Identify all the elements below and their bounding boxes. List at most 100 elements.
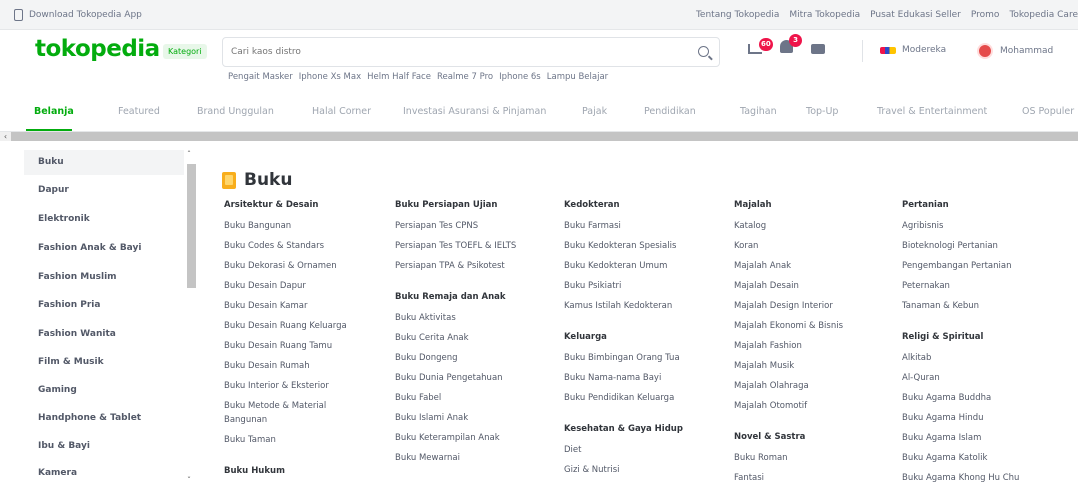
subcategory-heading[interactable]: Majalah <box>734 200 772 210</box>
subcategory-link[interactable]: Bangunan <box>224 414 267 427</box>
subcategory-link[interactable]: Buku Agama Katolik <box>902 452 987 465</box>
subcategory-link[interactable]: Kamus Istilah Kedokteran <box>564 300 672 313</box>
sidebar-item-dapur[interactable]: Dapur <box>24 178 184 203</box>
subcategory-link[interactable]: Buku Psikiatri <box>564 280 621 293</box>
kategori-button[interactable]: Kategori <box>163 44 207 59</box>
subcategory-link[interactable]: Buku Codes & Standars <box>224 240 324 253</box>
tab-pajak[interactable]: Pajak <box>582 106 607 117</box>
subcategory-link[interactable]: Buku Pendidikan Keluarga <box>564 392 674 405</box>
cart-icon[interactable]: 60 <box>748 37 773 54</box>
subcategory-heading[interactable]: Religi & Spiritual <box>902 332 983 342</box>
subcategory-link[interactable]: Agribisnis <box>902 220 943 233</box>
subcategory-link[interactable]: Fantasi <box>734 472 764 485</box>
subcategory-link[interactable]: Peternakan <box>902 280 950 293</box>
top-link-promo[interactable]: Promo <box>971 10 1000 20</box>
subcategory-link[interactable]: Pengembangan Pertanian <box>902 260 1011 273</box>
logo[interactable]: tokopedia <box>35 36 160 62</box>
scrollbar-thumb[interactable] <box>187 164 196 288</box>
subcategory-link[interactable]: Persiapan TPA & Psikotest <box>395 260 505 273</box>
subcategory-link[interactable]: Buku Interior & Eksterior <box>224 380 329 393</box>
subcategory-link[interactable]: Buku Agama Buddha <box>902 392 991 405</box>
subcategory-link[interactable]: Buku Dongeng <box>395 352 458 365</box>
chevron-up-icon[interactable]: ˆ <box>187 150 191 159</box>
horizontal-scrollbar[interactable]: ‹ <box>0 132 1078 141</box>
sidebar-item-elektronik[interactable]: Elektronik <box>24 207 184 232</box>
subcategory-link[interactable]: Buku Agama Hindu <box>902 412 984 425</box>
subcategory-link[interactable]: Buku Kedokteran Umum <box>564 260 667 273</box>
subcategory-link[interactable]: Al-Quran <box>902 372 940 385</box>
subcategory-link[interactable]: Majalah Anak <box>734 260 791 273</box>
sidebar-item-kamera[interactable]: Kamera <box>24 461 184 486</box>
top-link-tentang[interactable]: Tentang Tokopedia <box>696 10 779 20</box>
subcategory-link[interactable]: Buku Dunia Pengetahuan <box>395 372 503 385</box>
subcategory-link[interactable]: Buku Taman <box>224 434 276 447</box>
sidebar-item-film-musik[interactable]: Film & Musik <box>24 350 184 375</box>
subcategory-link[interactable]: Buku Fabel <box>395 392 441 405</box>
search-icon[interactable] <box>698 46 709 57</box>
subcategory-link[interactable]: Buku Nama-nama Bayi <box>564 372 661 385</box>
tab-pendidikan[interactable]: Pendidikan <box>644 106 696 117</box>
sidebar-item-fashion-wanita[interactable]: Fashion Wanita <box>24 322 184 347</box>
chevron-down-icon[interactable]: ˇ <box>187 476 191 485</box>
subcategory-link[interactable]: Buku Metode & Material <box>224 400 326 413</box>
subcategory-link[interactable]: Buku Desain Ruang Tamu <box>224 340 332 353</box>
user-menu[interactable]: Mohammad <box>977 43 1053 59</box>
top-link-care[interactable]: Tokopedia Care <box>1009 10 1078 20</box>
mail-icon[interactable] <box>811 43 825 54</box>
subcategory-link[interactable]: Buku Desain Kamar <box>224 300 307 313</box>
tab-tagihan[interactable]: Tagihan <box>740 106 777 117</box>
subcategory-link[interactable]: Buku Cerita Anak <box>395 332 469 345</box>
trending-item[interactable]: Lampu Belajar <box>547 72 608 82</box>
subcategory-link[interactable]: Majalah Desain <box>734 280 799 293</box>
subcategory-link[interactable]: Persiapan Tes TOEFL & IELTS <box>395 240 516 253</box>
sidebar-item-ibu-bayi[interactable]: Ibu & Bayi <box>24 434 184 459</box>
tab-investasi[interactable]: Investasi Asuransi & Pinjaman <box>403 106 546 117</box>
subcategory-link[interactable]: Buku Agama Islam <box>902 432 981 445</box>
sidebar-item-handphone[interactable]: Handphone & Tablet <box>24 406 184 431</box>
search-input[interactable] <box>223 38 663 66</box>
sidebar-item-fashion-pria[interactable]: Fashion Pria <box>24 293 184 318</box>
subcategory-link[interactable]: Majalah Design Interior <box>734 300 833 313</box>
subcategory-link[interactable]: Majalah Fashion <box>734 340 802 353</box>
subcategory-link[interactable]: Gizi & Nutrisi <box>564 464 620 477</box>
sidebar-item-gaming[interactable]: Gaming <box>24 378 184 403</box>
subcategory-link[interactable]: Diet <box>564 444 581 457</box>
subcategory-link[interactable]: Buku Bimbingan Orang Tua <box>564 352 680 365</box>
subcategory-link[interactable]: Buku Dekorasi & Ornamen <box>224 260 337 273</box>
sidebar-scrollbar[interactable]: ˆ ˇ <box>185 150 198 490</box>
subcategory-link[interactable]: Majalah Olahraga <box>734 380 809 393</box>
subcategory-link[interactable]: Majalah Ekonomi & Bisnis <box>734 320 843 333</box>
subcategory-link[interactable]: Katalog <box>734 220 766 233</box>
tab-halal-corner[interactable]: Halal Corner <box>312 106 371 117</box>
subcategory-link[interactable]: Persiapan Tes CPNS <box>395 220 478 233</box>
tab-belanja[interactable]: Belanja <box>34 106 74 117</box>
top-link-mitra[interactable]: Mitra Tokopedia <box>789 10 860 20</box>
subcategory-link[interactable]: Buku Roman <box>734 452 788 465</box>
subcategory-link[interactable]: Buku Islami Anak <box>395 412 468 425</box>
store-link[interactable]: Modereka <box>880 45 946 55</box>
subcategory-link[interactable]: Buku Bangunan <box>224 220 291 233</box>
subcategory-link[interactable]: Majalah Musik <box>734 360 794 373</box>
subcategory-link[interactable]: Koran <box>734 240 758 253</box>
subcategory-heading[interactable]: Buku Remaja dan Anak <box>395 292 506 302</box>
tab-featured[interactable]: Featured <box>118 106 160 117</box>
sidebar-item-fashion-muslim[interactable]: Fashion Muslim <box>24 265 184 290</box>
download-app-link[interactable]: Download Tokopedia App <box>14 9 142 21</box>
bell-icon[interactable]: 3 <box>780 34 802 53</box>
subcategory-link[interactable]: Buku Aktivitas <box>395 312 456 325</box>
subcategory-link[interactable]: Buku Kedokteran Spesialis <box>564 240 676 253</box>
subcategory-link[interactable]: Buku Agama Khong Hu Chu <box>902 472 1019 485</box>
trending-item[interactable]: Realme 7 Pro <box>437 72 493 82</box>
tab-travel[interactable]: Travel & Entertainment <box>877 106 987 117</box>
subcategory-heading[interactable]: Kesehatan & Gaya Hidup <box>564 424 683 434</box>
subcategory-link[interactable]: Majalah Otomotif <box>734 400 807 413</box>
sidebar-item-buku[interactable]: Buku <box>24 150 184 175</box>
top-link-edukasi[interactable]: Pusat Edukasi Seller <box>870 10 961 20</box>
trending-item[interactable]: Pengait Masker <box>228 72 293 82</box>
subcategory-link[interactable]: Buku Desain Ruang Keluarga <box>224 320 347 333</box>
subcategory-link[interactable]: Buku Keterampilan Anak <box>395 432 500 445</box>
trending-item[interactable]: Helm Half Face <box>367 72 431 82</box>
chevron-left-icon[interactable]: ‹ <box>0 132 11 141</box>
subcategory-link[interactable]: Buku Desain Dapur <box>224 280 306 293</box>
subcategory-heading[interactable]: Buku Persiapan Ujian <box>395 200 497 210</box>
